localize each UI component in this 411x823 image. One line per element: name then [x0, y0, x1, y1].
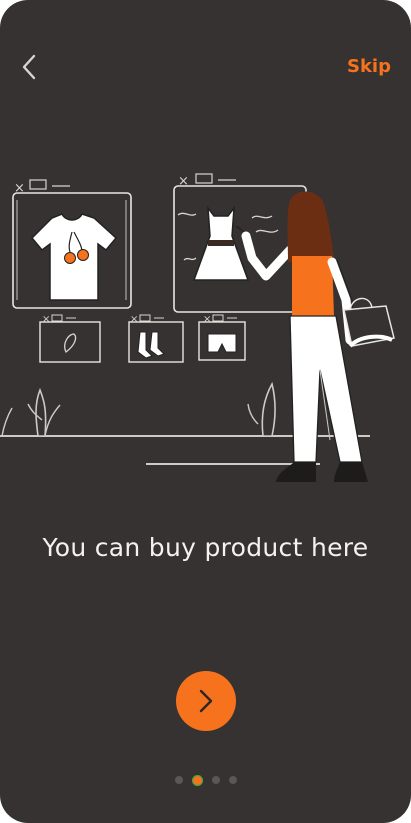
page-dot[interactable] [211, 776, 220, 784]
page-dot-active[interactable] [191, 774, 203, 786]
svg-text:×: × [130, 314, 138, 325]
shopping-illustration: × × × × × [0, 173, 395, 482]
onboarding-screen: Skip × × × × × You can buy product here [0, 0, 411, 823]
svg-text:×: × [203, 314, 211, 325]
chevron-right-icon [199, 689, 213, 713]
page-dot[interactable] [228, 776, 237, 784]
onboarding-headline: You can buy product here [42, 533, 369, 562]
svg-text:×: × [42, 314, 50, 325]
back-button[interactable] [14, 52, 44, 82]
page-dot[interactable] [174, 776, 183, 784]
skip-button[interactable]: Skip [347, 56, 391, 77]
next-button[interactable] [176, 671, 236, 731]
chevron-left-icon [22, 54, 36, 80]
page-indicator [0, 774, 411, 786]
